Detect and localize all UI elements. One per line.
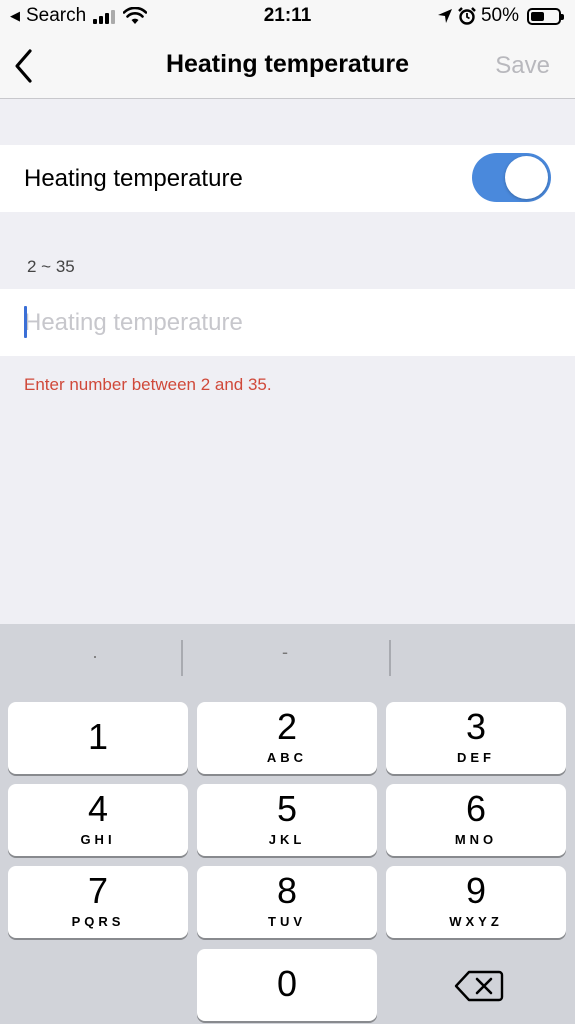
navigation-bar: Heating temperature Save (0, 32, 575, 99)
error-message: Enter number between 2 and 35. (24, 375, 272, 394)
suggestion-divider (181, 640, 183, 676)
key-letters: TUV (268, 914, 306, 929)
page-title: Heating temperature (165, 50, 410, 78)
numeric-keyboard: . - 1 2 ABC 3 DEF 4 GHI 5 JKL 6 MNO 7 PQ… (0, 624, 575, 1024)
status-right: 50% (437, 5, 564, 27)
suggestion-divider (389, 640, 391, 676)
key-digit: 0 (276, 963, 298, 1004)
key-digit: 9 (465, 870, 487, 911)
keyboard-suggestion-bar: . - (0, 624, 575, 692)
save-button[interactable]: Save (495, 52, 550, 80)
status-bar: ◀ Search 21:11 50% (0, 0, 575, 32)
temperature-input-row (0, 289, 575, 356)
screen: ◀ Search 21:11 50% Heating temperature S… (0, 0, 575, 1024)
key-7[interactable]: 7 PQRS (8, 866, 188, 938)
key-9[interactable]: 9 WXYZ (386, 866, 566, 938)
key-digit: 5 (276, 788, 298, 829)
key-0[interactable]: 0 (197, 949, 377, 1021)
heating-toggle-switch[interactable] (472, 153, 551, 202)
key-5[interactable]: 5 JKL (197, 784, 377, 856)
key-digit: 1 (87, 716, 109, 757)
battery-percent: 50% (480, 5, 519, 26)
backspace-icon[interactable] (453, 966, 505, 1006)
key-digit: 4 (87, 788, 109, 829)
suggestion-dot[interactable]: . (0, 642, 190, 663)
heating-toggle-label: Heating temperature (24, 165, 243, 192)
key-2[interactable]: 2 ABC (197, 702, 377, 774)
key-digit: 2 (276, 706, 298, 747)
key-letters: PQRS (71, 914, 125, 929)
key-letters: JKL (268, 832, 306, 847)
key-8[interactable]: 8 TUV (197, 866, 377, 938)
range-hint: 2 ~ 35 (27, 257, 75, 276)
key-letters: GHI (80, 832, 116, 847)
key-4[interactable]: 4 GHI (8, 784, 188, 856)
location-arrow-icon (437, 9, 452, 23)
heating-toggle-row: Heating temperature (0, 145, 575, 212)
temperature-input[interactable] (24, 289, 554, 356)
key-letters: MNO (454, 832, 498, 847)
toggle-knob (505, 156, 548, 199)
key-6[interactable]: 6 MNO (386, 784, 566, 856)
battery-icon (527, 7, 564, 25)
key-digit: 7 (87, 870, 109, 911)
key-1[interactable]: 1 (8, 702, 188, 774)
key-digit: 8 (276, 870, 298, 911)
key-digit: 3 (465, 706, 487, 747)
text-cursor (24, 306, 27, 338)
key-3[interactable]: 3 DEF (386, 702, 566, 774)
key-letters: DEF (457, 750, 495, 765)
key-letters: ABC (266, 750, 308, 765)
suggestion-minus[interactable]: - (190, 642, 380, 663)
key-letters: WXYZ (449, 914, 503, 929)
key-digit: 6 (465, 788, 487, 829)
alarm-clock-icon (458, 7, 476, 25)
